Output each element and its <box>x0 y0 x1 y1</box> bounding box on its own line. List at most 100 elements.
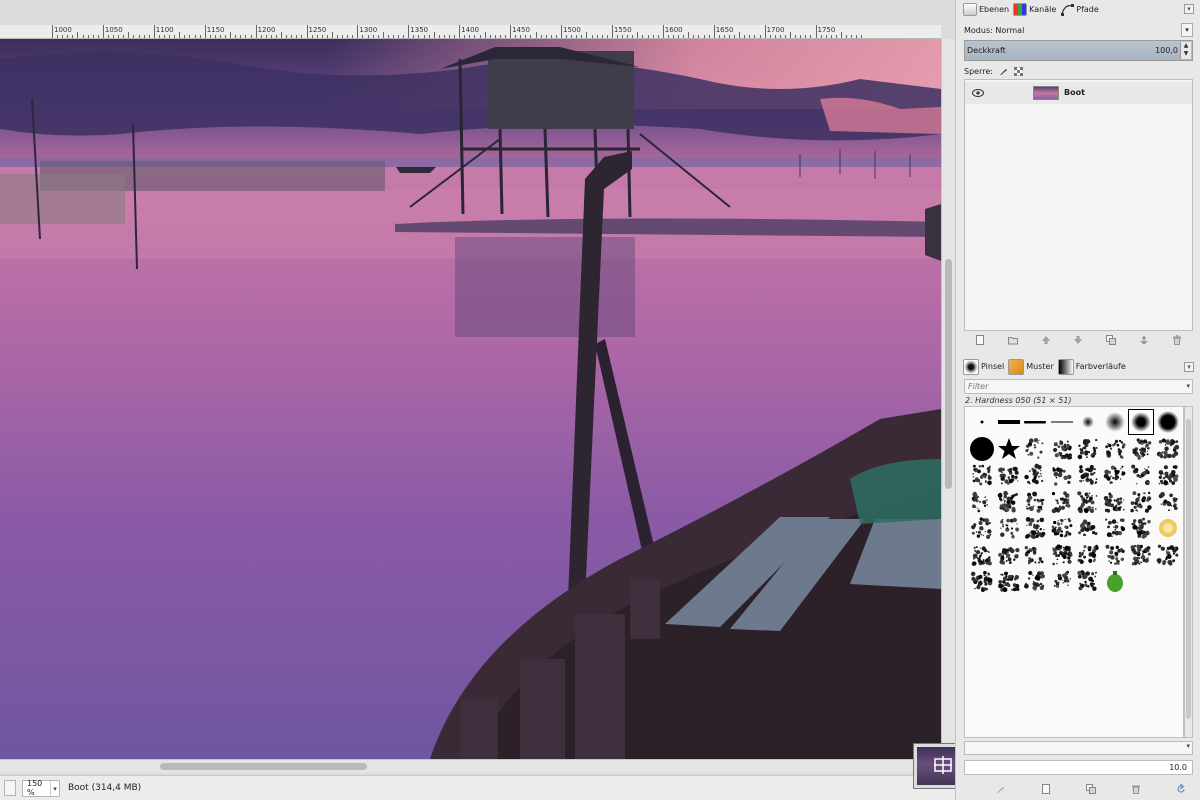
brush-texture2[interactable] <box>1128 436 1154 462</box>
brush-scatter2[interactable] <box>996 462 1022 488</box>
brush-star[interactable] <box>996 436 1022 462</box>
new-brush-icon[interactable] <box>1041 784 1051 794</box>
brush-noise2[interactable] <box>1102 489 1128 515</box>
layer-row-boot[interactable]: Boot <box>965 82 1192 104</box>
tab-layers[interactable]: Ebenen <box>963 2 1009 16</box>
horizontal-scrollbar[interactable] <box>0 759 941 773</box>
brush-sponge3[interactable] <box>1102 462 1128 488</box>
tab-paths[interactable]: Pfade <box>1060 3 1099 16</box>
brush-grunge[interactable] <box>1128 515 1154 541</box>
brush-sponge[interactable] <box>1049 462 1075 488</box>
lock-alpha-icon[interactable] <box>1013 66 1023 76</box>
brush-spray[interactable] <box>1049 542 1075 568</box>
brush-ink2[interactable] <box>1155 542 1181 568</box>
anchor-icon[interactable] <box>1139 335 1149 345</box>
brush-feather[interactable] <box>1022 515 1048 541</box>
brush-splatter[interactable] <box>1022 436 1048 462</box>
layers-list[interactable]: Boot <box>964 79 1193 331</box>
brush-spacing-field[interactable]: 10.0 <box>964 760 1193 775</box>
layer-mode-row[interactable]: Modus: Normal ▾ <box>964 22 1193 38</box>
tab-channels[interactable]: Kanäle <box>1013 2 1056 16</box>
eye-icon[interactable] <box>972 88 984 98</box>
brush-soft-large[interactable] <box>1102 409 1128 435</box>
brush-sponge5[interactable] <box>1155 462 1181 488</box>
brush-hay[interactable] <box>1102 515 1128 541</box>
lock-pixels-icon[interactable] <box>999 67 1008 76</box>
brush-stripes[interactable] <box>1049 515 1075 541</box>
layer-name[interactable]: Boot <box>1064 88 1085 97</box>
duplicate-layer-icon[interactable] <box>1106 334 1117 345</box>
delete-layer-icon[interactable] <box>1172 334 1182 345</box>
duplicate-brush-icon[interactable] <box>1086 784 1096 794</box>
chevron-down-icon[interactable]: ▾ <box>1186 380 1190 393</box>
brush-pencil[interactable] <box>996 515 1022 541</box>
brush-grain2[interactable] <box>1075 436 1101 462</box>
new-group-icon[interactable] <box>1008 335 1019 345</box>
brush-texture4[interactable] <box>1128 489 1154 515</box>
brush-line-thin[interactable] <box>1049 409 1075 435</box>
horizontal-scroll-thumb[interactable] <box>160 763 367 770</box>
brush-speckle2[interactable] <box>1049 568 1075 594</box>
brush-texture3[interactable] <box>1155 436 1181 462</box>
brush-hard-selected[interactable] <box>1128 409 1154 435</box>
opacity-slider[interactable]: Deckkraft 100,0 ▲ ▼ <box>964 40 1193 61</box>
chevron-down-icon[interactable]: ▾ <box>1181 23 1193 37</box>
chevron-down-icon[interactable]: ▾ <box>49 780 59 796</box>
tab-brushes[interactable]: Pinsel <box>963 358 1004 375</box>
brush-smudge[interactable] <box>996 489 1022 515</box>
horizontal-ruler[interactable]: 1000 1050 1100 1150 1200 1250 1300 1350 1400 1450… <box>0 25 941 39</box>
brush-sponge4[interactable] <box>1128 462 1154 488</box>
brush-dot[interactable] <box>969 409 995 435</box>
brush-filter-input[interactable]: Filter ▾ <box>964 379 1193 394</box>
brush-sun[interactable] <box>1155 515 1181 541</box>
brush-ink[interactable] <box>1128 542 1154 568</box>
brush-scatter4[interactable] <box>996 542 1022 568</box>
brush-scrollbar[interactable] <box>1184 406 1193 738</box>
brush-dock-menu-button[interactable]: ▾ <box>1184 362 1194 372</box>
brush-spray2[interactable] <box>1075 542 1101 568</box>
delete-brush-icon[interactable] <box>1131 784 1141 794</box>
brush-speckle[interactable] <box>1022 489 1048 515</box>
vertical-scroll-thumb[interactable] <box>945 259 952 489</box>
image-canvas[interactable] <box>0 39 941 759</box>
brush-circle-large[interactable] <box>969 436 995 462</box>
brush-scroll-thumb[interactable] <box>1186 419 1191 719</box>
brush-chalk[interactable] <box>969 489 995 515</box>
vertical-scrollbar[interactable] <box>941 39 955 759</box>
brush-line-thick[interactable] <box>996 409 1022 435</box>
brush-scatter3[interactable] <box>969 542 995 568</box>
chevron-down-icon[interactable]: ▾ <box>1186 742 1190 750</box>
brush-leaf[interactable] <box>1075 568 1101 594</box>
brush-scatter5[interactable] <box>1022 542 1048 568</box>
brush-dots[interactable] <box>1022 462 1048 488</box>
refresh-brushes-icon[interactable] <box>1176 784 1186 794</box>
brush-texture5[interactable] <box>1155 489 1181 515</box>
brush-soft-small[interactable] <box>1075 409 1101 435</box>
brush-spray3[interactable] <box>1022 568 1048 594</box>
lower-layer-icon[interactable] <box>1073 335 1083 345</box>
raise-layer-icon[interactable] <box>1041 335 1051 345</box>
brush-rock[interactable] <box>1049 489 1075 515</box>
tab-patterns[interactable]: Muster <box>1008 358 1054 375</box>
dock-menu-button[interactable]: ▾ <box>1184 4 1194 14</box>
edit-brush-icon[interactable] <box>996 784 1006 794</box>
brush-pepper[interactable] <box>1102 568 1128 594</box>
brush-cross[interactable] <box>969 568 995 594</box>
brush-hatch[interactable] <box>969 515 995 541</box>
brush-scatter[interactable] <box>969 462 995 488</box>
brush-hard-large[interactable] <box>1155 409 1181 435</box>
brush-blob[interactable] <box>1102 542 1128 568</box>
brush-grain[interactable] <box>1049 436 1075 462</box>
tab-gradients[interactable]: Farbverläufe <box>1057 358 1126 375</box>
brush-tag-combo[interactable]: ▾ <box>964 741 1193 755</box>
brush-stripes2[interactable] <box>1075 515 1101 541</box>
brush-sponge6[interactable] <box>996 568 1022 594</box>
brush-noise[interactable] <box>1075 489 1101 515</box>
zoom-combo[interactable]: 150 % ▾ <box>22 779 60 797</box>
brush-line-med[interactable] <box>1022 409 1048 435</box>
brush-grid[interactable] <box>964 406 1184 738</box>
opacity-spinner[interactable]: ▲ ▼ <box>1180 42 1191 59</box>
pointer-coords-box[interactable] <box>4 780 16 796</box>
new-layer-icon[interactable] <box>975 334 985 345</box>
brush-texture[interactable] <box>1102 436 1128 462</box>
